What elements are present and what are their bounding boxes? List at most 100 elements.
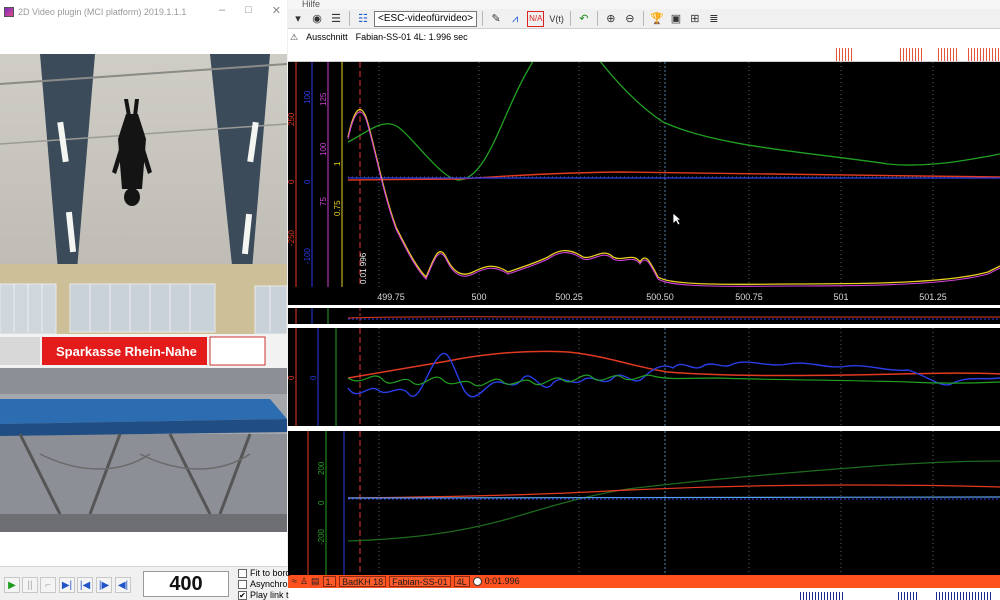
status-trial: 4L (453, 576, 470, 587)
chart-settings-icon[interactable]: ☷ (355, 11, 371, 27)
zoom-out-icon[interactable]: ⊖ (622, 11, 638, 27)
undo-icon[interactable]: ↶ (576, 11, 592, 27)
status-bar: ≈ ♙ ▤ 1. BadKH 18 Fabian-SS-01 4L 0:01.9… (288, 575, 1000, 588)
y3-tick: 0 (309, 375, 318, 380)
event-marker[interactable] (900, 48, 924, 61)
toolbar-separator (569, 11, 571, 26)
y1-tick: 0.75 (333, 200, 342, 216)
trial-info: Fabian-SS-01 4L: 1.996 sec (355, 32, 468, 42)
y1-tick: 250 (288, 112, 296, 126)
chart-panel-signals[interactable]: 0 0 (288, 328, 1000, 426)
y1-tick: 0 (303, 179, 312, 184)
step-forward-button[interactable]: ▶| (59, 577, 75, 593)
status-club: BadKH 18 (339, 576, 387, 587)
curve-edit-icon[interactable]: ⩘ (507, 11, 523, 27)
y3-tick: 0 (288, 375, 296, 380)
section-label: Ausschnitt (306, 32, 348, 42)
maximize-button[interactable]: □ (245, 4, 252, 17)
video-plugin-window: 2D Video plugin (MCI platform) 2019.1.1.… (0, 0, 291, 600)
video-window-title: 2D Video plugin (MCI platform) 2019.1.1.… (18, 7, 187, 17)
info-bar: ⚠ Ausschnitt Fabian-SS-01 4L: 1.996 sec (288, 29, 1000, 45)
status-index: 1. (322, 576, 337, 587)
dropdown-arrow-icon[interactable]: ▾ (290, 11, 306, 27)
event-marker[interactable] (938, 48, 958, 61)
timeline-marker[interactable] (898, 592, 918, 600)
checkbox-box[interactable] (238, 579, 247, 589)
timeline-strip[interactable] (288, 588, 1000, 600)
minimize-button[interactable]: – (219, 4, 225, 17)
step-next-button[interactable]: |▶ (96, 577, 112, 593)
y1-tick: -100 (303, 247, 312, 264)
x-tick-label: 500.25 (555, 292, 583, 302)
zoom-in-icon[interactable]: ⊕ (603, 11, 619, 27)
y4-tick: 0 (317, 500, 326, 505)
frame-number-display[interactable]: 400 (143, 571, 229, 597)
toolbar-separator (596, 11, 598, 26)
play-button[interactable]: ▶ (4, 577, 20, 593)
y1-tick: 100 (319, 142, 328, 156)
y1-tick: 75 (319, 197, 328, 206)
x-tick-label: 501.25 (919, 292, 947, 302)
timeline-marker[interactable] (800, 592, 844, 600)
event-marker[interactable] (836, 48, 854, 61)
clock-icon (472, 577, 482, 586)
checkbox-box[interactable] (238, 568, 247, 578)
timeline-marker[interactable] (936, 592, 992, 600)
step-back-button[interactable]: ◀| (115, 577, 131, 593)
skip-start-button[interactable]: |◀ (77, 577, 93, 593)
fit-to-border-checkbox[interactable]: Fit to bord (238, 568, 291, 578)
chart-panel-main[interactable]: 250 0 -250 100 0 -100 125 100 75 1 0.75 (288, 62, 1000, 305)
velocity-button[interactable]: V(t) (548, 11, 565, 27)
stop-button[interactable]: ⌐ (40, 577, 56, 593)
y4-tick: 200 (317, 461, 326, 475)
chart-icon[interactable]: ▤ (311, 576, 320, 587)
checkbox-label: Play link t (250, 590, 289, 600)
pause-button[interactable]: || (22, 577, 38, 593)
figure-icon: ⚠ (290, 32, 299, 42)
curve-icon[interactable]: ≈ (292, 576, 297, 587)
y1-tick: 1 (333, 161, 342, 166)
line-style-icon[interactable]: ☰ (328, 11, 344, 27)
toolbar-separator (482, 11, 484, 26)
chart-panel-drift[interactable]: 200 0 -200 (288, 431, 1000, 575)
event-marker[interactable] (968, 48, 1000, 61)
menu-help[interactable]: Hilfe (302, 0, 320, 9)
x-tick-label: 500.50 (646, 292, 674, 302)
na-button[interactable]: N/A (526, 10, 545, 27)
chart-panel-strip[interactable] (288, 308, 1000, 324)
window-icon[interactable]: ▣ (668, 11, 684, 27)
asynchro-checkbox[interactable]: Asynchro (238, 579, 288, 589)
video-mode-combo[interactable]: <ESC-videofürvideo> (374, 10, 478, 27)
cursor-time-label: 0.01 996 (359, 252, 368, 284)
event-marker-bar[interactable] (288, 45, 1000, 62)
toolbar: ▾ ◉ ☰ ☷ <ESC-videofürvideo> ✎ ⩘ N/A V(t)… (288, 9, 1000, 29)
main-chart-svg: 250 0 -250 100 0 -100 125 100 75 1 0.75 (288, 62, 1000, 302)
mouse-cursor-icon (672, 212, 682, 226)
app-icon (4, 7, 14, 17)
playback-controls: ▶ || ⌐ ▶| |◀ |▶ ◀| 400 Fit to bord Async… (0, 566, 291, 600)
signals-chart-svg: 0 0 (288, 328, 1000, 426)
sponsor-banner-text: Sparkasse Rhein-Nahe (56, 344, 197, 359)
y4-tick: -200 (317, 528, 326, 545)
checkbox-label: Fit to bord (250, 568, 291, 578)
x-tick-label: 499.75 (377, 292, 405, 302)
y1-tick: 100 (303, 90, 312, 104)
figure-icon[interactable]: ♙ (300, 576, 308, 587)
checkbox-box[interactable]: ✔ (238, 590, 247, 600)
list-icon[interactable]: ≣ (706, 11, 722, 27)
edit-pen-icon[interactable]: ✎ (488, 11, 504, 27)
palette-icon[interactable]: ◉ (309, 11, 325, 27)
status-time: 0:01.996 (484, 576, 520, 586)
gym-scene-illustration: Sparkasse Rhein-Nahe (0, 54, 287, 532)
close-button[interactable]: ✕ (272, 4, 281, 17)
y1-tick: 0 (288, 179, 296, 184)
x-tick-label: 500.75 (735, 292, 763, 302)
video-window-spacer (0, 532, 287, 566)
trophy-icon[interactable]: 🏆 (649, 11, 665, 27)
y1-tick: 125 (319, 92, 328, 106)
video-frame[interactable]: Sparkasse Rhein-Nahe (0, 54, 287, 532)
strip-chart-svg (295, 308, 1000, 324)
grid-icon[interactable]: ⊞ (687, 11, 703, 27)
play-link-checkbox[interactable]: ✔ Play link t (238, 590, 289, 600)
video-window-titlebar[interactable]: 2D Video plugin (MCI platform) 2019.1.1.… (0, 0, 287, 24)
